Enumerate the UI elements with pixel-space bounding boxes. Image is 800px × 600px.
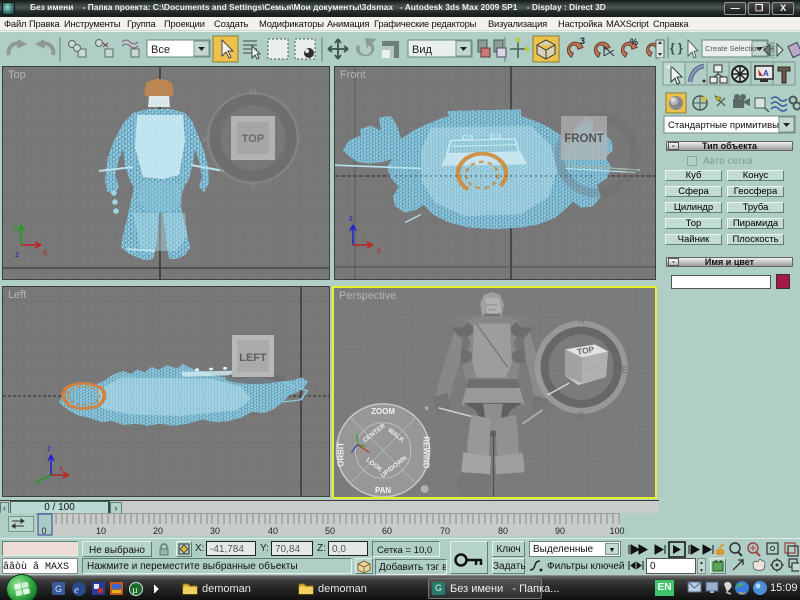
svg-text:N: N: [578, 316, 584, 326]
svg-text:70: 70: [440, 526, 450, 536]
svg-text:Вид: Вид: [412, 44, 432, 56]
svg-text:90: 90: [555, 526, 565, 536]
svg-text:x: x: [43, 248, 47, 257]
svg-text:40: 40: [268, 526, 278, 536]
svg-text:60: 60: [382, 526, 392, 536]
svg-text:S: S: [578, 411, 584, 421]
svg-text:Create Selection Set: Create Selection Set: [705, 44, 775, 53]
svg-text:3: 3: [580, 36, 585, 46]
svg-text:100: 100: [609, 526, 624, 536]
svg-text:20: 20: [153, 526, 163, 536]
svg-text:80: 80: [498, 526, 508, 536]
svg-text:W: W: [202, 134, 211, 144]
svg-text:Стандартные примитивы: Стандартные примитивы: [668, 120, 779, 131]
svg-text:x: x: [59, 464, 63, 473]
svg-text:N: N: [250, 87, 257, 97]
svg-text:y: y: [13, 222, 17, 231]
svg-text:z: z: [47, 444, 51, 453]
svg-text:A: A: [763, 69, 769, 78]
svg-text:PAN: PAN: [375, 486, 391, 495]
svg-text:×: ×: [424, 404, 429, 413]
svg-text:z: z: [15, 250, 19, 259]
svg-text:TOP: TOP: [242, 133, 264, 145]
svg-text:G: G: [55, 584, 62, 594]
svg-text:E: E: [622, 365, 628, 375]
svg-text:50: 50: [325, 526, 335, 536]
svg-text:Все: Все: [151, 44, 170, 56]
svg-text:z: z: [349, 214, 353, 223]
svg-text:x: x: [377, 246, 381, 255]
svg-text:{ }: { }: [670, 41, 683, 55]
svg-text:LEFT: LEFT: [239, 352, 267, 364]
svg-text:%: %: [630, 37, 638, 47]
svg-text:µ: µ: [132, 585, 138, 596]
svg-text:ORBIT: ORBIT: [336, 442, 345, 467]
svg-text:30: 30: [210, 526, 220, 536]
svg-text:S: S: [250, 181, 256, 191]
svg-text:E: E: [297, 134, 303, 144]
svg-text:FRONT: FRONT: [564, 133, 604, 145]
svg-text:REWIND: REWIND: [422, 436, 431, 468]
svg-text:ZOOM: ZOOM: [371, 407, 395, 416]
svg-text:0: 0: [41, 526, 46, 536]
svg-text:e: e: [74, 584, 79, 596]
svg-text:10: 10: [96, 526, 106, 536]
